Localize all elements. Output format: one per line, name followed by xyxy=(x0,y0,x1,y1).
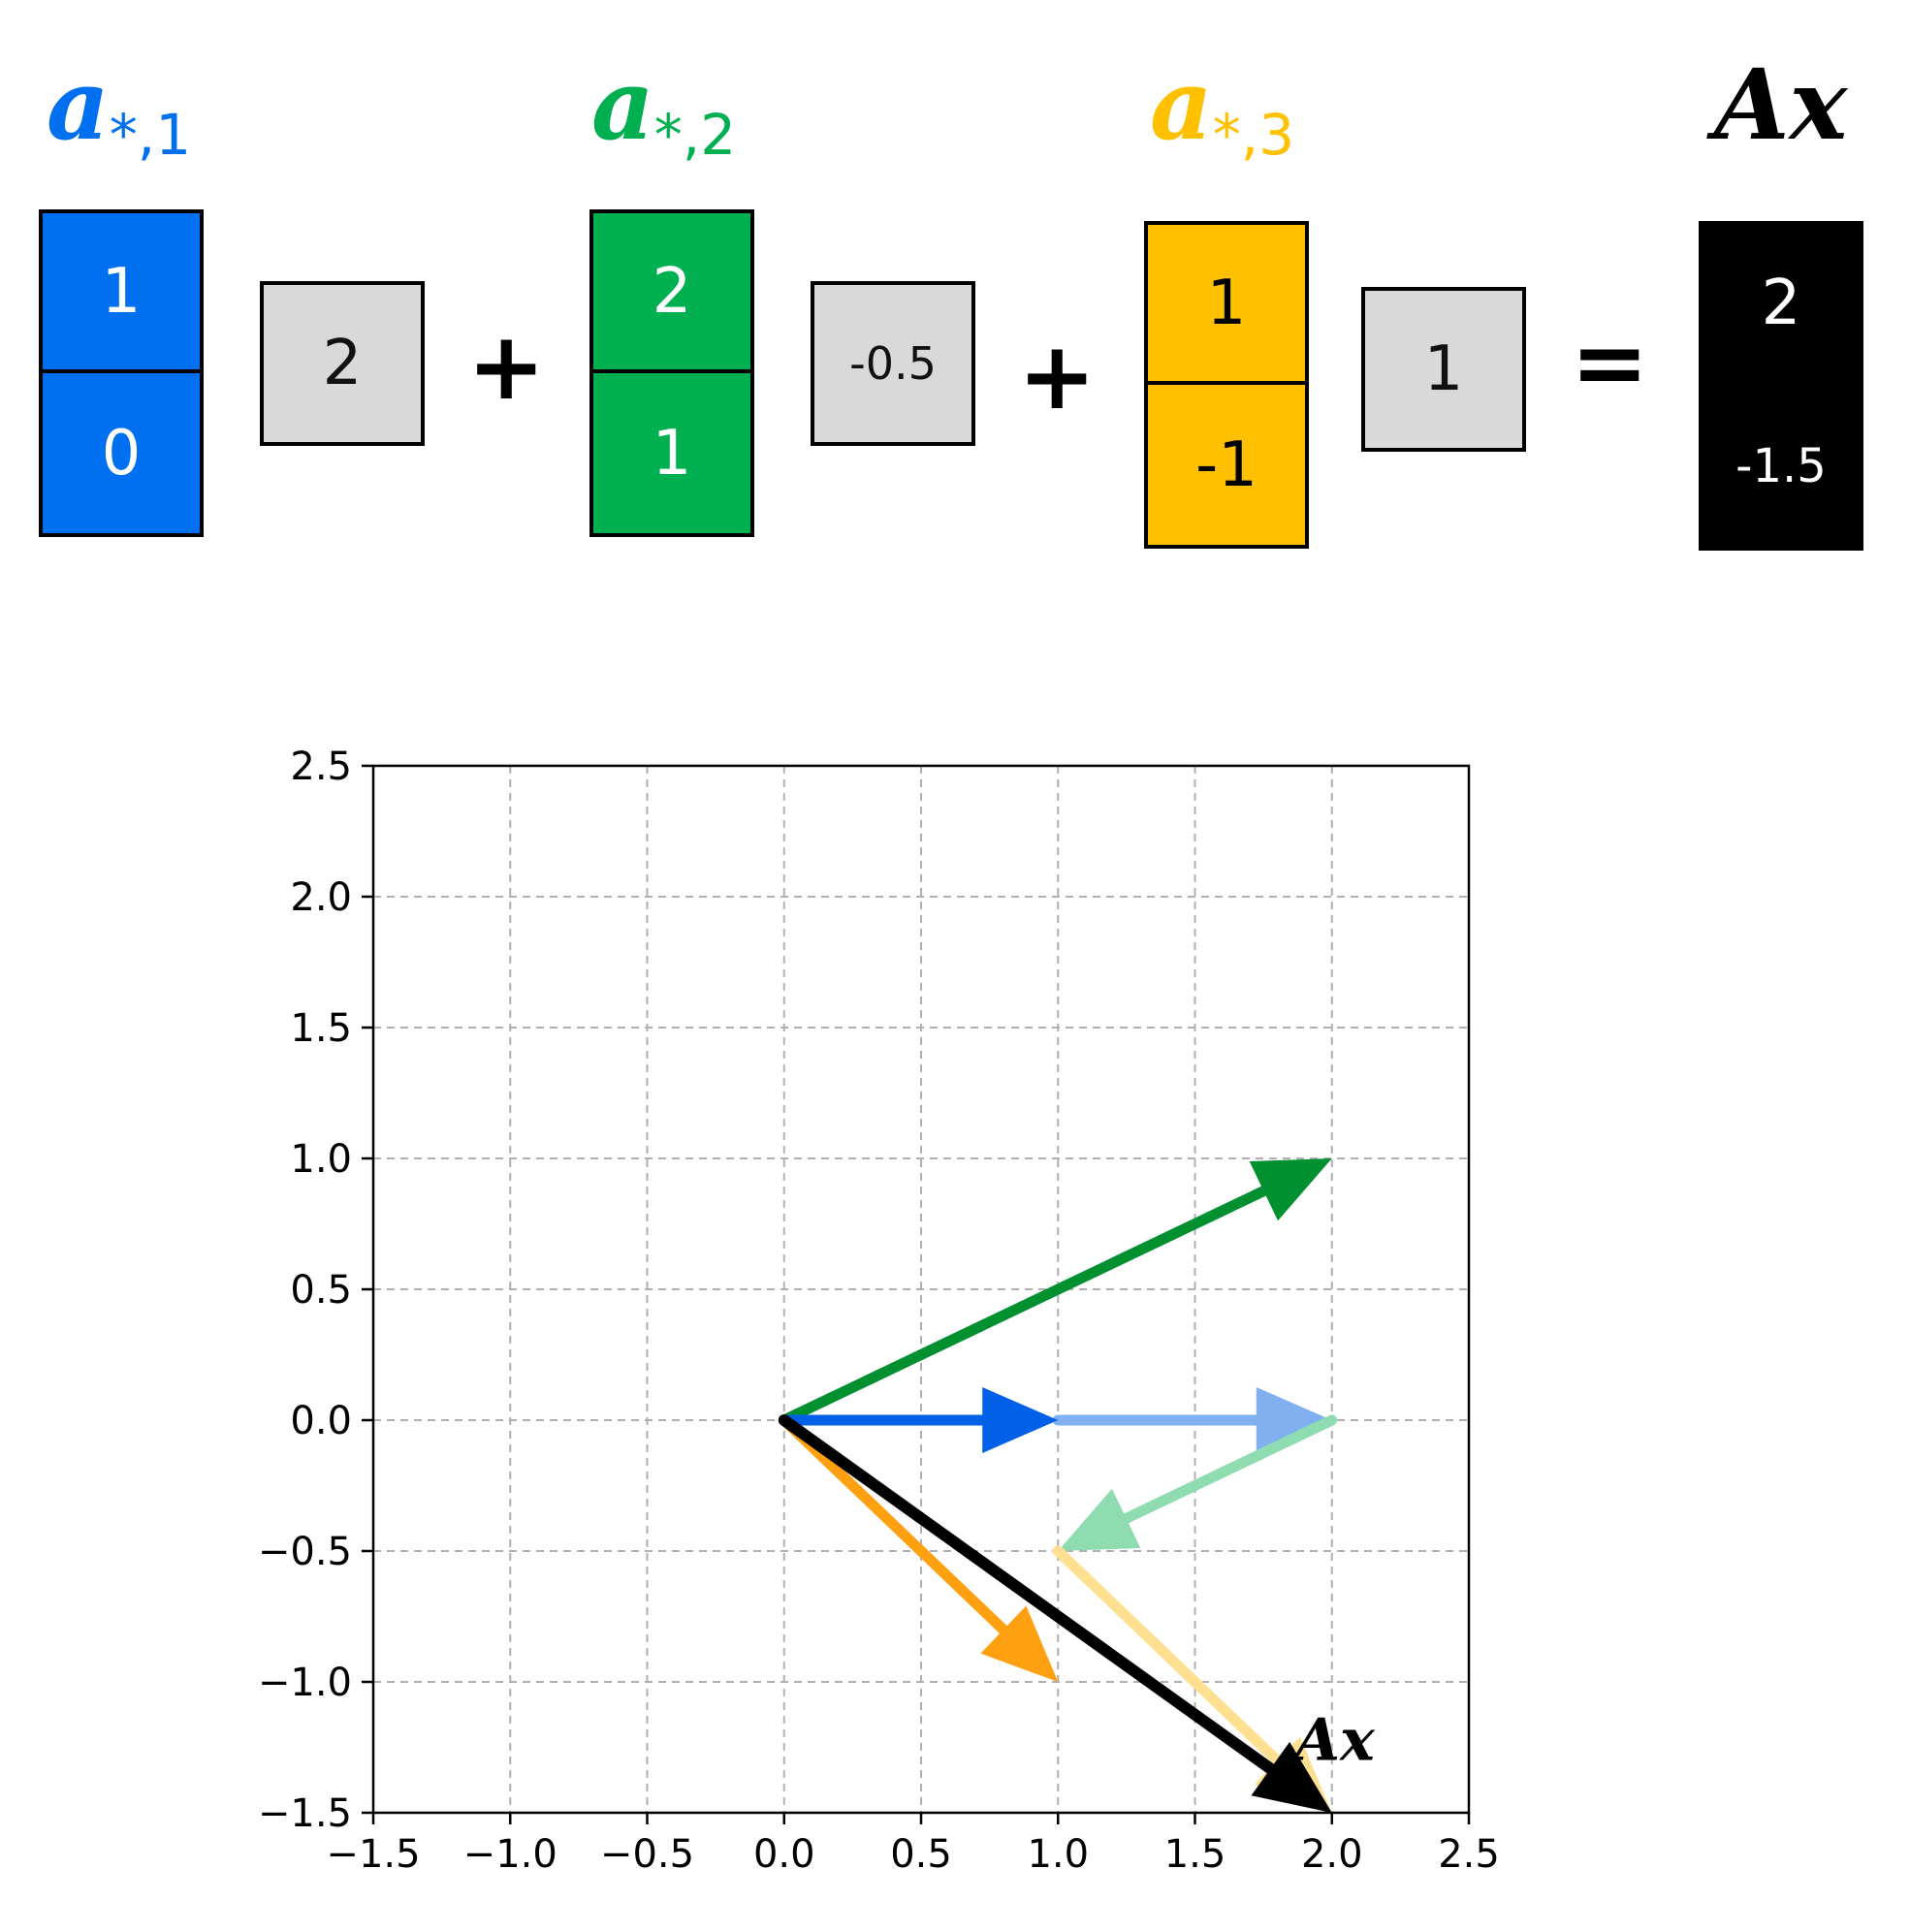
grid xyxy=(372,765,1470,1814)
y-tick-label: 0.5 xyxy=(290,1268,352,1313)
x-tick-label: −0.5 xyxy=(600,1832,694,1877)
x-tick-label: 1.5 xyxy=(1164,1832,1226,1877)
arrow-shaft-a2 xyxy=(779,1183,1275,1426)
x-tick-label: 0.5 xyxy=(890,1832,952,1877)
x-tick-label: 2.5 xyxy=(1438,1832,1500,1877)
y-tick-label: 2.0 xyxy=(290,875,352,920)
arrow-head-a1 xyxy=(982,1387,1059,1453)
x-tick-label: −1.5 xyxy=(326,1832,420,1877)
ax-annotation: Ax xyxy=(1290,1707,1377,1775)
x-tick-label: 1.0 xyxy=(1027,1832,1089,1877)
y-tick-label: −1.5 xyxy=(258,1791,352,1836)
x-tick-label: −1.0 xyxy=(463,1832,557,1877)
arrow-shaft-a3-scaled xyxy=(1052,1545,1288,1770)
x-tick-label: 0.0 xyxy=(753,1832,815,1877)
arrow-shaft-a2-scaled xyxy=(1115,1414,1338,1527)
y-tick-label: 1.5 xyxy=(290,1006,352,1051)
y-tick-label: 0.0 xyxy=(290,1399,352,1443)
arrow-shaft-a3 xyxy=(779,1414,1013,1639)
x-tick-label: 2.0 xyxy=(1301,1832,1363,1877)
y-tick-label: 2.5 xyxy=(290,744,352,789)
arrow-shaft-Ax xyxy=(778,1414,1282,1779)
vector-plot: −1.5 −1.0 −0.5 0.0 0.5 1.0 1.5 2.0 2.5 −1.5 −1.0 −0… xyxy=(258,744,1500,1877)
y-tick-label: −1.0 xyxy=(258,1661,352,1705)
y-tick-label: −0.5 xyxy=(258,1530,352,1574)
y-tick-label: 1.0 xyxy=(290,1137,352,1182)
